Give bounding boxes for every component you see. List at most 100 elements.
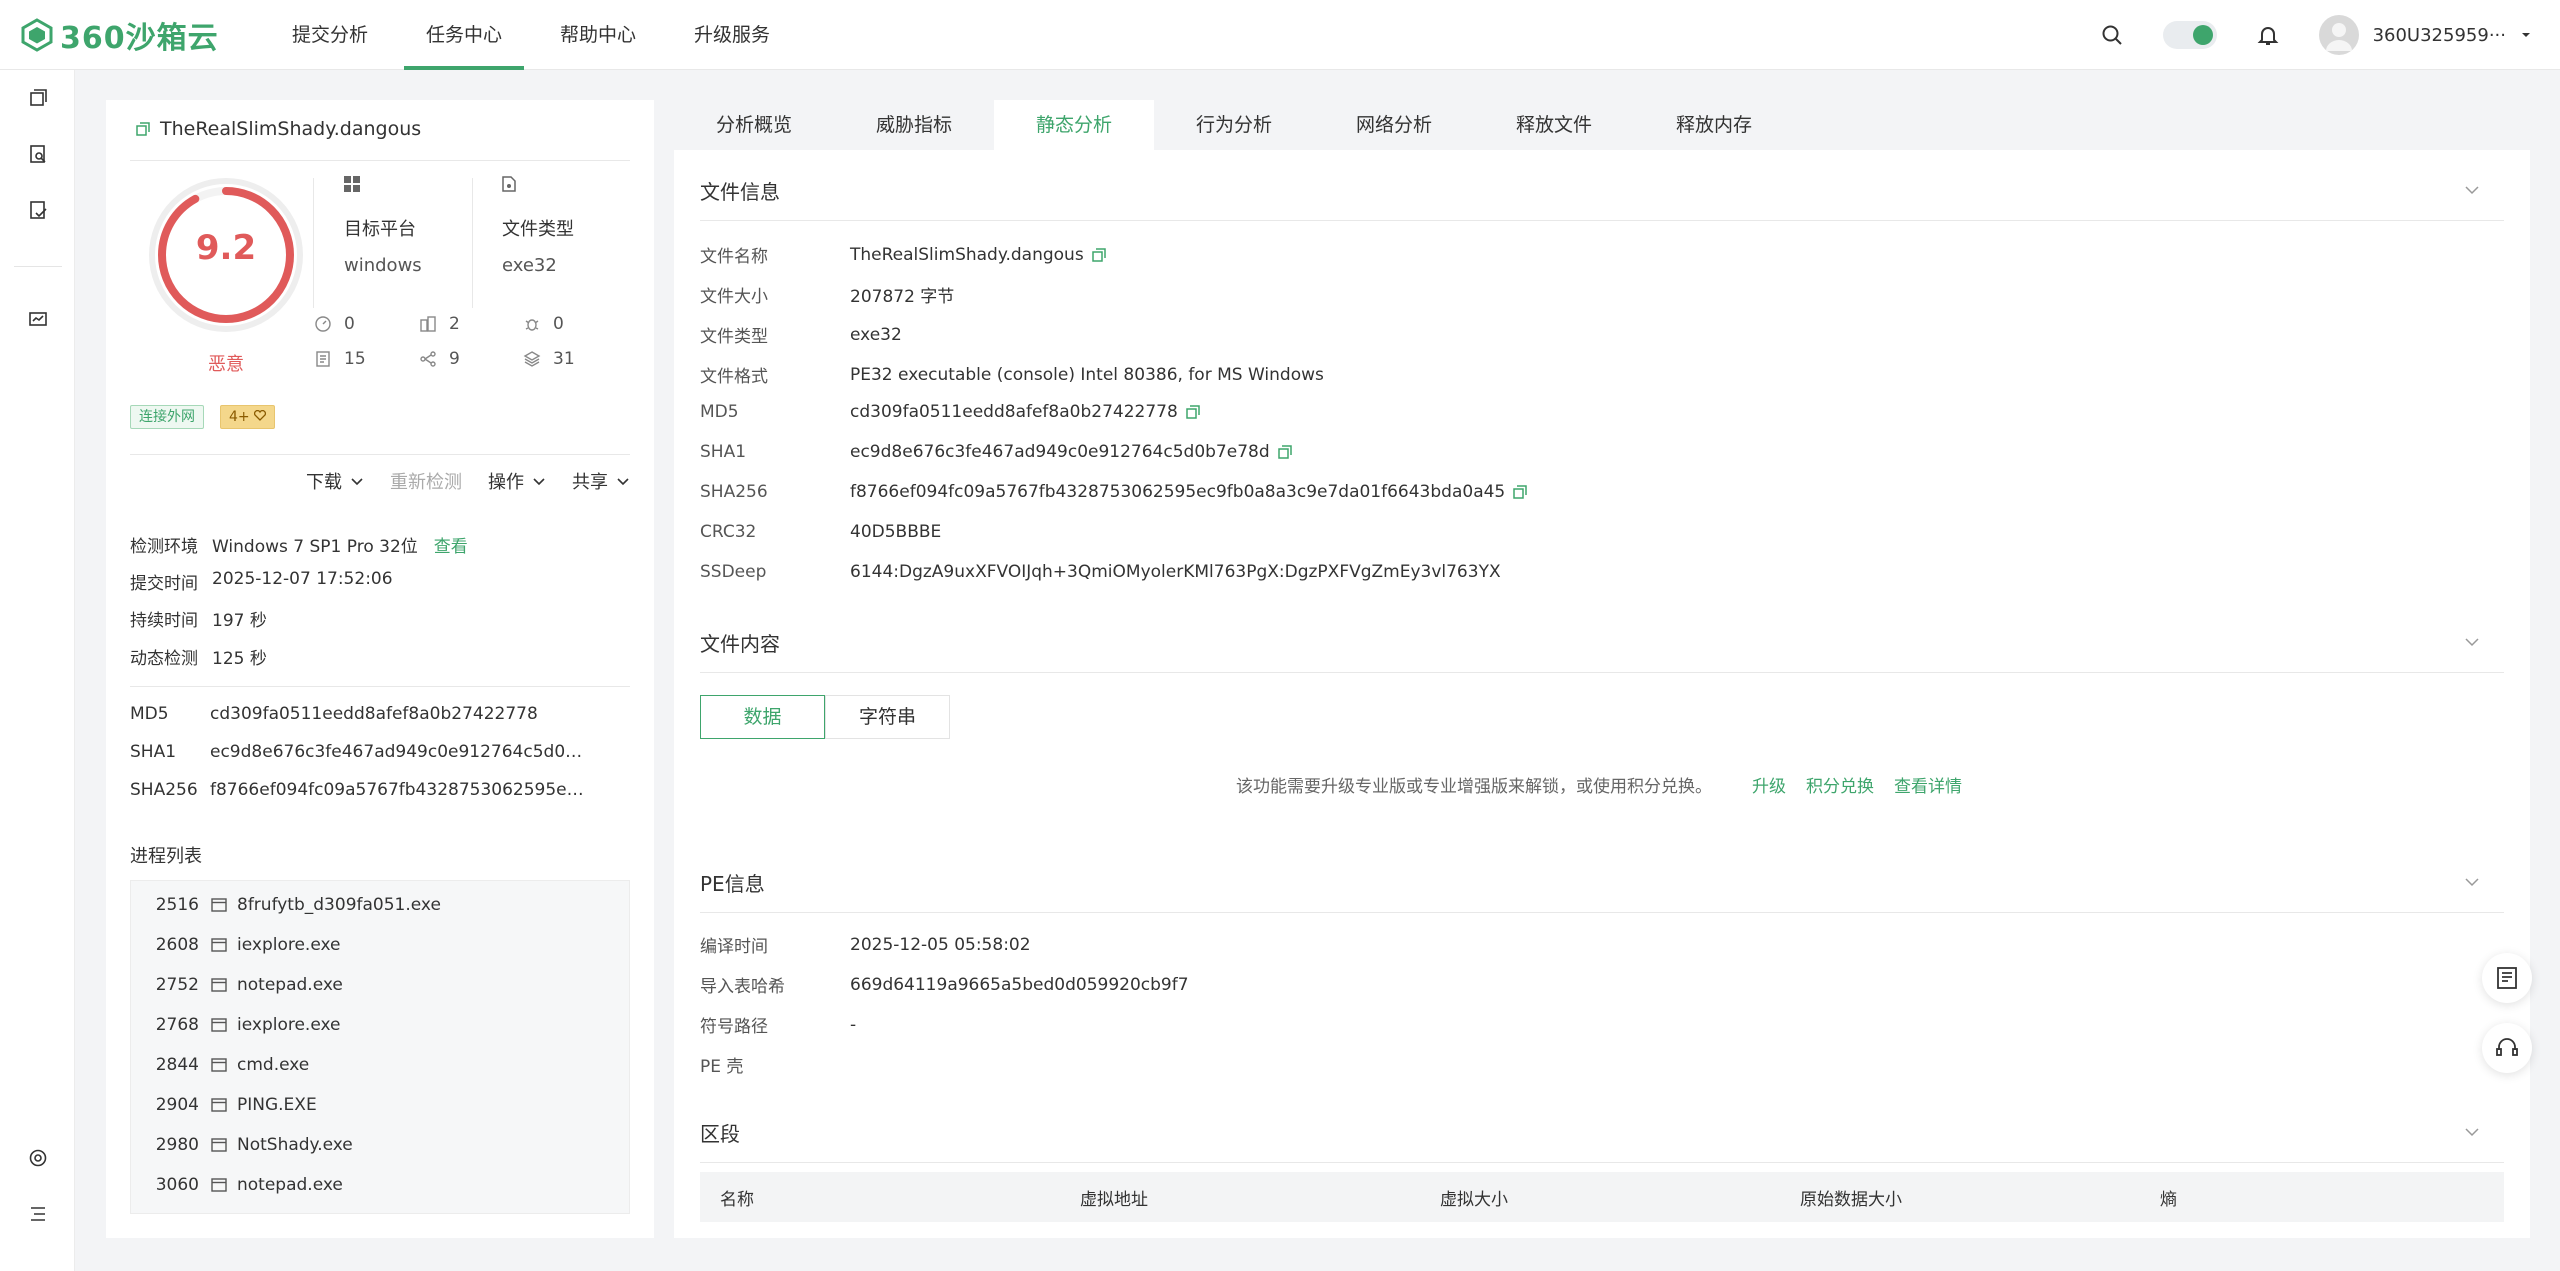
share-label: 共享 — [572, 472, 608, 493]
operate-button[interactable]: 操作 — [488, 468, 546, 494]
tab[interactable]: 释放文件 — [1474, 100, 1634, 150]
sidebar-divider — [14, 266, 62, 267]
chevron-down-icon — [2465, 1128, 2479, 1137]
settings-icon[interactable] — [28, 1148, 48, 1168]
file-info-row: SSDeep 6144:DgzA9uxXFVOIJqh+3QmiOMyolerKM… — [700, 562, 1501, 582]
view-details-link[interactable]: 查看详情 — [1894, 772, 1962, 797]
strings-view-button[interactable]: 字符串 — [825, 695, 950, 739]
row-value: cd309fa0511eedd8afef8a0b27422778 — [850, 402, 1178, 422]
chevron-down-icon — [533, 478, 545, 486]
section-title: 文件信息 — [700, 180, 780, 204]
info-dynamic: 动态检测 125 秒 — [130, 644, 267, 669]
tab[interactable]: 释放内存 — [1634, 100, 1794, 150]
view-env-link[interactable]: 查看 — [434, 537, 468, 557]
stat-value: 0 — [553, 314, 564, 334]
menu-icon[interactable] — [28, 1204, 48, 1224]
file-info-row: MD5 cd309fa0511eedd8afef8a0b27422778 — [700, 402, 1200, 422]
process-item[interactable]: 2844 cmd.exe — [131, 1055, 310, 1075]
process-pid: 2768 — [155, 1015, 199, 1035]
process-item[interactable]: 2904 PING.EXE — [131, 1095, 317, 1115]
support-fab[interactable] — [2482, 1023, 2532, 1073]
points-exchange-link[interactable]: 积分兑换 — [1806, 772, 1874, 797]
copy-icon[interactable] — [136, 122, 150, 136]
column-header[interactable]: 名称 — [700, 1185, 1060, 1210]
report-search-icon[interactable] — [28, 144, 48, 164]
platform-value: windows — [344, 255, 422, 276]
info-value: 2025-12-07 17:52:06 — [212, 569, 393, 589]
file-check-icon[interactable] — [28, 200, 48, 220]
network-icon — [420, 351, 436, 367]
nav-item[interactable]: 提交分析 — [270, 0, 390, 70]
static-analysis-panel: 文件信息 文件名称 TheRealSlimShady.dangous 文件大小 207… — [674, 150, 2530, 1238]
row-value: TheRealSlimShady.dangous — [850, 244, 1084, 265]
nav-item[interactable]: 升级服务 — [672, 0, 792, 70]
tab[interactable]: 行为分析 — [1154, 100, 1314, 150]
upgrade-notice: 该功能需要升级专业版或专业增强版来解锁，或使用积分兑换。 升级 积分兑换 查看详… — [1236, 772, 1962, 797]
column-header[interactable]: 虚拟地址 — [1060, 1185, 1420, 1210]
window-icon — [211, 898, 227, 912]
file-info-row: 文件类型 exe32 — [700, 322, 902, 348]
process-item[interactable]: 2752 notepad.exe — [131, 975, 343, 995]
process-item[interactable]: 2516 8frufytb_d309fa051.exe — [131, 895, 441, 915]
nav-item[interactable]: 帮助中心 — [538, 0, 658, 70]
headset-icon — [2496, 1038, 2518, 1056]
tab[interactable]: 静态分析 — [994, 100, 1154, 150]
stat-value: 2 — [449, 314, 460, 334]
user-menu[interactable]: 360U325959··· — [2318, 15, 2532, 55]
tab[interactable]: 网络分析 — [1314, 100, 1474, 150]
user-icon — [2325, 23, 2352, 51]
process-item[interactable]: 3060 notepad.exe — [131, 1175, 343, 1195]
logo[interactable]: 360沙箱云 — [20, 14, 219, 56]
copy-icon[interactable] — [1091, 247, 1106, 262]
row-value: 207872 字节 — [850, 287, 955, 307]
upgrade-link[interactable]: 升级 — [1752, 772, 1786, 797]
pe-info-header[interactable]: PE信息 — [700, 868, 2504, 897]
tab[interactable]: 分析概览 — [674, 100, 834, 150]
layers-icon — [523, 351, 541, 367]
row-key: SHA256 — [700, 482, 768, 502]
data-view-button[interactable]: 数据 — [700, 695, 825, 739]
file-content-header[interactable]: 文件内容 — [700, 628, 2504, 657]
process-name: PING.EXE — [237, 1095, 317, 1115]
row-key: SSDeep — [700, 562, 767, 582]
copy-icon[interactable] — [1277, 445, 1292, 459]
process-pid: 3060 — [155, 1175, 199, 1195]
search-icon[interactable] — [2101, 24, 2123, 46]
copy-icon[interactable] — [1513, 485, 1527, 499]
tasks-icon[interactable] — [28, 88, 48, 108]
process-item[interactable]: 2608 iexplore.exe — [131, 935, 341, 955]
stat-value: 9 — [449, 349, 460, 369]
row-key: 文件格式 — [700, 367, 768, 387]
report-fab[interactable] — [2482, 953, 2532, 1003]
sections-header[interactable]: 区段 — [700, 1118, 2504, 1147]
process-item[interactable]: 2980 NotShady.exe — [131, 1135, 353, 1155]
tag-count-badge[interactable]: 4+ — [220, 405, 276, 429]
row-key: 文件大小 — [700, 287, 768, 307]
column-header[interactable]: 虚拟大小 — [1420, 1185, 1780, 1210]
nav-item[interactable]: 任务中心 — [404, 0, 525, 70]
stat-value: 0 — [344, 314, 355, 334]
copy-icon[interactable] — [1186, 405, 1200, 419]
download-button[interactable]: 下载 — [306, 468, 364, 494]
column-header[interactable]: 原始数据大小 — [1780, 1185, 2140, 1210]
tab[interactable]: 威胁指标 — [834, 100, 994, 150]
bell-icon[interactable] — [2257, 24, 2279, 46]
logo-icon — [21, 18, 53, 52]
action-bar: 下载 重新检测 操作 共享 — [306, 468, 630, 494]
process-pid: 2516 — [155, 895, 199, 915]
window-icon — [211, 1138, 227, 1152]
share-button[interactable]: 共享 — [572, 468, 630, 494]
process-item[interactable]: 2768 iexplore.exe — [131, 1015, 341, 1035]
row-key: SHA1 — [700, 442, 747, 462]
theme-toggle[interactable] — [2162, 21, 2217, 49]
process-name: notepad.exe — [237, 1175, 343, 1195]
rescan-button[interactable]: 重新检测 — [390, 468, 462, 494]
file-info-header[interactable]: 文件信息 — [700, 176, 2504, 205]
column-header[interactable]: 熵 — [2140, 1185, 2500, 1210]
process-pid: 2608 — [155, 935, 199, 955]
monitor-chart-icon[interactable] — [28, 310, 48, 330]
nav-right: 360U325959··· — [2101, 0, 2532, 70]
heart-icon — [254, 409, 267, 421]
row-value: 2025-12-05 05:58:02 — [850, 934, 1031, 955]
hash-sha1: SHA1 ec9d8e676c3fe467ad949c0e912764c5d0b7… — [130, 742, 610, 762]
